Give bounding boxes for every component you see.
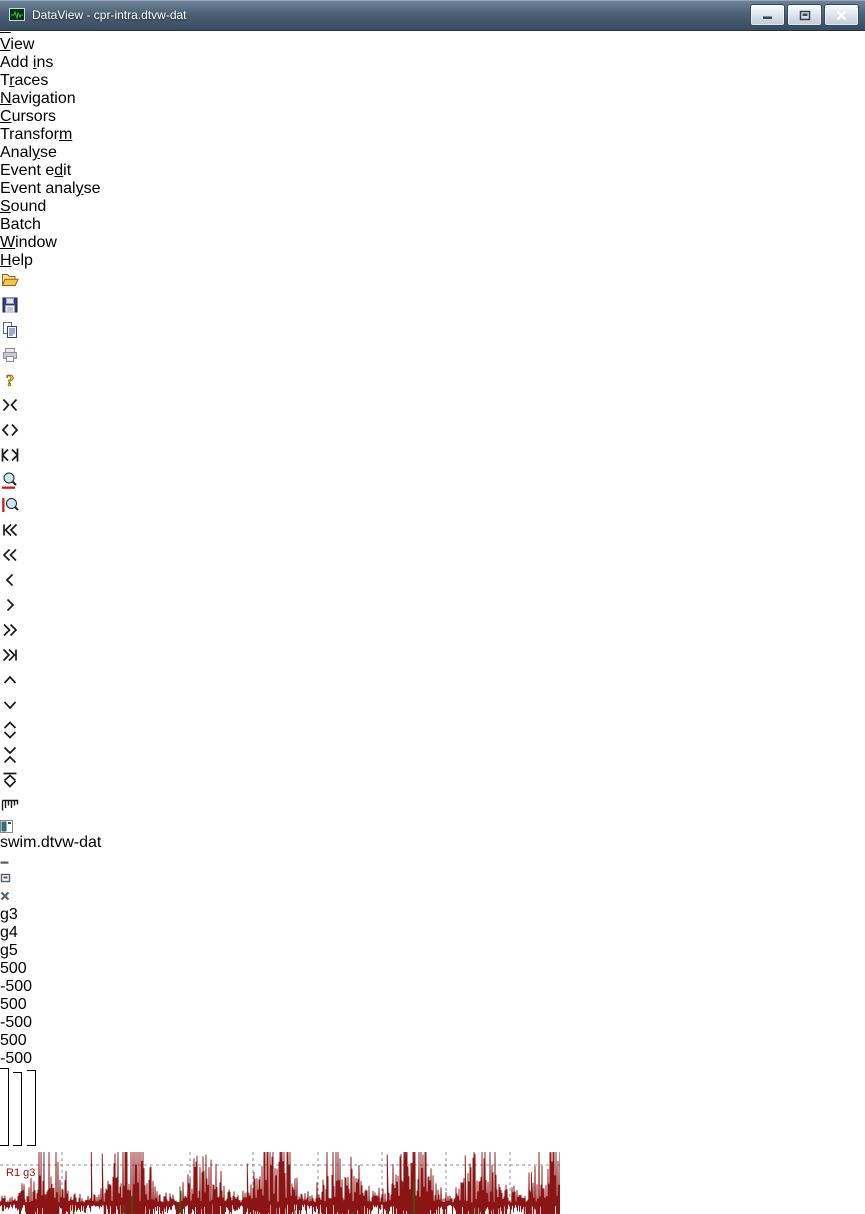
measure-button[interactable] [0, 795, 865, 820]
toolbar-row: ? [0, 270, 865, 820]
page-forward-button[interactable] [0, 620, 865, 645]
expand-y-button[interactable] [0, 720, 865, 745]
menu-item-transform[interactable]: Transform [0, 126, 865, 144]
channel-label-g5[interactable]: g5 [0, 942, 865, 960]
toolbar: ? [0, 270, 865, 820]
channel-label-g4[interactable]: g4 [0, 924, 865, 942]
window-title: DataView - cpr-intra.dtvw-dat [32, 8, 187, 22]
go-last-button[interactable] [0, 645, 865, 670]
g5-ymin-label: -500 [0, 1050, 865, 1068]
g3-ymin-label: -500 [0, 978, 865, 996]
menu-item-view[interactable]: View [0, 36, 865, 54]
swim-plot-area[interactable]: R1 g3R1 g4R1 g5 [0, 1151, 865, 1214]
step-forward-button[interactable] [0, 595, 865, 620]
g3-axis-bracket [0, 1068, 9, 1146]
menu-item-batch[interactable]: Batch [0, 216, 865, 234]
menu-item-cursors[interactable]: Cursors [0, 108, 865, 126]
mdi-workspace: swim.dtvw-dat g3 g4 g5 500 -500 500 -500… [0, 820, 865, 1214]
compress-x-button[interactable] [0, 420, 865, 445]
menu-item-navigation[interactable]: Navigation [0, 90, 865, 108]
swim-title-bar[interactable]: swim.dtvw-dat [0, 820, 865, 906]
gain-up-button[interactable] [0, 670, 865, 695]
swim-content: g3 g4 g5 500 -500 500 -500 500 -500 R1 g… [0, 906, 865, 1214]
svg-text:R1 g3: R1 g3 [6, 1167, 35, 1179]
menu-item-sound[interactable]: Sound [0, 198, 865, 216]
app-icon [9, 7, 25, 23]
document-icon [0, 820, 865, 834]
menu-item-add-ins[interactable]: Add ins [0, 54, 865, 72]
svg-text:?: ? [6, 371, 15, 390]
swim-restore-button[interactable] [0, 870, 865, 888]
print-button[interactable] [0, 345, 865, 370]
close-button[interactable] [824, 4, 859, 26]
help-button[interactable]: ? [0, 370, 865, 395]
swim-close-button[interactable] [0, 888, 865, 906]
compress-y-button[interactable] [0, 745, 865, 770]
g4-axis-bracket [13, 1072, 22, 1146]
copy-button[interactable] [0, 320, 865, 345]
menu-bar: FileEditViewAdd insTracesNavigationCurso… [0, 0, 865, 270]
menu-item-event-edit[interactable]: Event edit [0, 162, 865, 180]
g4-ymax-label: 500 [0, 996, 865, 1014]
menu-item-event-analyse[interactable]: Event analyse [0, 180, 865, 198]
step-back-button[interactable] [0, 570, 865, 595]
swim-window: swim.dtvw-dat g3 g4 g5 500 -500 500 -500… [0, 820, 865, 1214]
expand-x-button[interactable] [0, 395, 865, 420]
menu-item-help[interactable]: Help [0, 252, 865, 270]
g5-ymax-label: 500 [0, 1032, 865, 1050]
swim-window-title: swim.dtvw-dat [0, 834, 101, 851]
g4-ymin-label: -500 [0, 1014, 865, 1032]
menu-item-window[interactable]: Window [0, 234, 865, 252]
open-file-button[interactable] [0, 270, 865, 295]
g5-axis-bracket [27, 1070, 36, 1146]
gain-down-button[interactable] [0, 695, 865, 720]
swim-minimize-button[interactable] [0, 852, 865, 870]
fit-x-button[interactable] [0, 445, 865, 470]
save-file-button[interactable] [0, 295, 865, 320]
menu-item-traces[interactable]: Traces [0, 72, 865, 90]
autoscale-y-button[interactable] [0, 770, 865, 795]
restore-button[interactable] [787, 4, 822, 26]
title-bar[interactable]: DataView - cpr-intra.dtvw-dat [0, 0, 865, 31]
g3-ymax-label: 500 [0, 960, 865, 978]
zoom-underline-button[interactable] [0, 470, 865, 495]
menu-item-analyse[interactable]: Analyse [0, 144, 865, 162]
channel-label-g3[interactable]: g3 [0, 906, 865, 924]
go-first-button[interactable] [0, 520, 865, 545]
minimize-button[interactable] [750, 4, 785, 26]
page-back-button[interactable] [0, 545, 865, 570]
main-window: DataView - cpr-intra.dtvw-dat FileEditVi… [0, 0, 865, 607]
zoom-cursor-button[interactable] [0, 495, 865, 520]
